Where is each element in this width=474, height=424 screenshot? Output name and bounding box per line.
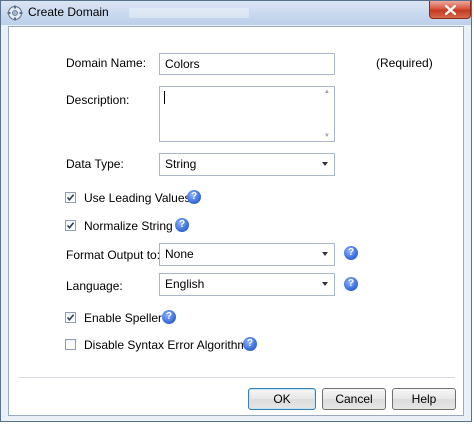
divider xyxy=(19,377,455,378)
background-window-ghost xyxy=(129,8,249,18)
help-icon[interactable]: ? xyxy=(162,310,176,324)
required-label: (Required) xyxy=(376,56,433,70)
chevron-down-icon xyxy=(322,252,328,256)
format-output-value: None xyxy=(165,247,194,261)
window-title: Create Domain xyxy=(28,5,109,19)
normalize-string-checkbox[interactable] xyxy=(65,220,76,231)
description-input[interactable]: ▲ ▼ xyxy=(159,86,335,142)
help-icon[interactable]: ? xyxy=(344,277,358,291)
help-icon[interactable]: ? xyxy=(243,337,257,351)
use-leading-values-checkbox[interactable] xyxy=(65,192,76,203)
checkmark-icon xyxy=(66,222,75,230)
domain-name-label: Domain Name: xyxy=(66,56,147,70)
language-value: English xyxy=(165,277,205,291)
dialog-body: Domain Name: Colors (Required) Descripti… xyxy=(8,26,464,416)
description-label: Description: xyxy=(66,93,130,107)
disable-syntax-checkbox[interactable] xyxy=(65,339,76,350)
text-caret xyxy=(164,91,165,104)
normalize-string-label: Normalize String xyxy=(84,219,173,233)
language-select[interactable]: English xyxy=(159,273,335,296)
data-type-select[interactable]: String xyxy=(159,153,335,176)
enable-speller-label: Enable Speller xyxy=(84,311,163,325)
help-icon[interactable]: ? xyxy=(187,190,201,204)
close-icon xyxy=(445,5,456,15)
create-domain-dialog: Create Domain Domain Name: Colors (Requi… xyxy=(0,0,472,422)
checkmark-icon xyxy=(66,314,75,322)
description-scrollbar[interactable]: ▲ ▼ xyxy=(323,88,333,140)
help-button[interactable]: Help xyxy=(392,388,456,410)
help-icon[interactable]: ? xyxy=(344,246,358,260)
domain-name-input[interactable]: Colors xyxy=(159,53,335,75)
chevron-down-icon xyxy=(322,282,328,286)
ok-button[interactable]: OK xyxy=(248,388,316,410)
scroll-down-icon[interactable]: ▼ xyxy=(324,133,330,139)
use-leading-values-label: Use Leading Values xyxy=(84,191,191,205)
data-type-label: Data Type: xyxy=(66,157,124,171)
disable-syntax-label: Disable Syntax Error Algorithms xyxy=(84,338,254,352)
cancel-button[interactable]: Cancel xyxy=(322,388,386,410)
enable-speller-checkbox[interactable] xyxy=(65,312,76,323)
app-icon xyxy=(7,5,23,21)
scroll-up-icon[interactable]: ▲ xyxy=(324,89,330,95)
data-type-value: String xyxy=(165,157,197,171)
close-button[interactable] xyxy=(429,1,471,19)
language-label: Language: xyxy=(66,279,123,293)
chevron-down-icon xyxy=(322,162,328,166)
format-output-select[interactable]: None xyxy=(159,243,335,266)
help-icon[interactable]: ? xyxy=(175,218,189,232)
format-output-label: Format Output to: xyxy=(66,248,161,262)
title-bar[interactable]: Create Domain xyxy=(1,1,471,25)
checkmark-icon xyxy=(66,194,75,202)
